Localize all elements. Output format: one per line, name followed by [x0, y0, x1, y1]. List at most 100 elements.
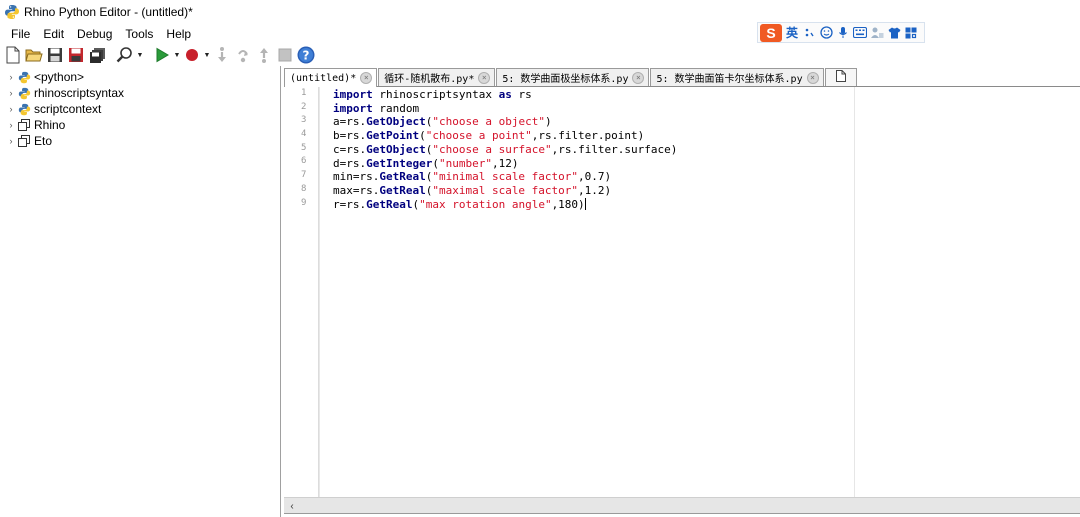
- line-number: 9: [301, 197, 307, 208]
- save-icon[interactable]: [45, 45, 65, 65]
- code-text[interactable]: import rhinoscriptsyntax as rs import ran…: [333, 88, 677, 211]
- code-token: b=rs.: [333, 129, 367, 143]
- code-token: random: [372, 101, 420, 115]
- code-token: import: [333, 88, 373, 101]
- record-icon[interactable]: [182, 45, 202, 65]
- new-tab-button[interactable]: [824, 68, 857, 86]
- record-dropdown-icon[interactable]: ▼: [203, 45, 211, 65]
- code-line: c=rs.GetObject("choose a surface",rs.fil…: [333, 143, 677, 157]
- code-token: a=rs.: [333, 115, 367, 129]
- expand-chevron-icon[interactable]: ›: [5, 69, 17, 85]
- code-token: GetObject: [366, 115, 426, 129]
- code-line: b=rs.GetPoint("choose a point",rs.filter…: [333, 129, 677, 143]
- help-icon[interactable]: ?: [296, 45, 316, 65]
- ime-logo-icon[interactable]: S: [760, 23, 782, 42]
- fold-margin: [319, 87, 320, 497]
- code-token: max=rs.: [333, 183, 380, 197]
- line-number: 1: [301, 88, 307, 98]
- menu-help[interactable]: Help: [159, 24, 197, 44]
- code-token: ,1.2): [578, 183, 612, 197]
- menu-tools[interactable]: Tools: [118, 24, 159, 44]
- tree-item-label: Rhino: [34, 118, 66, 132]
- close-tab-icon[interactable]: ×: [478, 71, 491, 84]
- close-tab-icon[interactable]: ×: [806, 71, 819, 84]
- line-number: 4: [301, 129, 307, 140]
- tab-label: (untitled)*: [290, 72, 357, 84]
- step-over-icon[interactable]: [233, 45, 253, 65]
- tree-item-rhinoscriptsyntax[interactable]: › rhinoscriptsyntax: [0, 85, 280, 101]
- ime-keyboard-icon[interactable]: [853, 26, 867, 40]
- code-line: min=rs.GetReal("minimal scale factor",0.…: [333, 170, 677, 184]
- tab-polar-surface[interactable]: 5: 数学曲面极坐标体系.py ×: [496, 68, 650, 86]
- tree-item-rhino[interactable]: › Rhino: [0, 117, 280, 133]
- tab-cartesian-surface[interactable]: 5: 数学曲面笛卡尔坐标体系.py ×: [650, 68, 824, 86]
- window-title: Rhino Python Editor - (untitled)*: [24, 5, 193, 19]
- expand-chevron-icon[interactable]: ›: [5, 133, 17, 149]
- horizontal-scrollbar[interactable]: ‹: [284, 497, 1080, 513]
- code-token: c=rs.: [333, 142, 367, 156]
- tab-untitled[interactable]: (untitled)* ×: [284, 68, 378, 87]
- ime-toolbox-icon[interactable]: [904, 26, 918, 40]
- step-out-icon[interactable]: [254, 45, 274, 65]
- code-token: "maximal scale factor": [432, 183, 579, 197]
- save-as-icon[interactable]: [66, 45, 86, 65]
- tree-item-scriptcontext[interactable]: › scriptcontext: [0, 101, 280, 117]
- code-token: d=rs.: [333, 156, 367, 170]
- code-token: min=rs.: [333, 170, 380, 184]
- code-token: rhinoscriptsyntax: [372, 88, 499, 101]
- ime-user-icon[interactable]: [870, 26, 884, 40]
- toolbar-separator: [108, 46, 114, 64]
- ime-emoji-icon[interactable]: [819, 26, 833, 40]
- menu-edit[interactable]: Edit: [36, 24, 70, 44]
- expand-chevron-icon[interactable]: ›: [5, 85, 17, 101]
- code-line: a=rs.GetObject("choose a object"): [333, 115, 677, 129]
- tree-item-label: <python>: [34, 70, 85, 84]
- run-icon[interactable]: [152, 45, 172, 65]
- open-folder-icon[interactable]: [24, 45, 44, 65]
- run-dropdown-icon[interactable]: ▼: [173, 45, 181, 65]
- ime-toolbar: S 英: [757, 22, 925, 43]
- ime-skin-icon[interactable]: [887, 26, 901, 40]
- code-line: r=rs.GetReal("max rotation angle",180): [333, 197, 677, 212]
- ime-punctuation-icon[interactable]: [802, 26, 816, 40]
- expand-chevron-icon[interactable]: ›: [5, 117, 17, 133]
- ime-language-toggle[interactable]: 英: [785, 24, 799, 41]
- code-editor[interactable]: 1 2 3 4 5 6 7 8 9 import rhinoscriptsyntax as rs…: [284, 87, 1080, 497]
- tab-random-scatter[interactable]: 循环-随机散布.py* ×: [378, 68, 496, 86]
- output-panel-edge: [284, 513, 1080, 517]
- tree-item-eto[interactable]: › Eto: [0, 133, 280, 149]
- close-tab-icon[interactable]: ×: [632, 71, 645, 84]
- code-token: ,rs.filter.point): [531, 129, 645, 143]
- line-number-gutter: 1 2 3 4 5 6 7 8 9: [297, 87, 319, 497]
- line-number: 3: [301, 115, 307, 126]
- code-token: rs: [511, 88, 532, 101]
- tab-label: 5: 数学曲面极坐标体系.py: [502, 74, 629, 85]
- code-token: "number": [438, 156, 492, 170]
- line-number: 8: [301, 183, 307, 194]
- tree-item-label: rhinoscriptsyntax: [34, 86, 125, 100]
- new-document-icon: [835, 70, 846, 85]
- ime-microphone-icon[interactable]: [836, 26, 850, 40]
- new-file-icon[interactable]: [3, 45, 23, 65]
- scroll-left-icon[interactable]: ‹: [286, 499, 298, 513]
- code-token: ,12): [491, 156, 519, 170]
- close-tab-icon[interactable]: ×: [360, 72, 373, 84]
- line-number: 6: [301, 156, 307, 167]
- menu-debug[interactable]: Debug: [70, 24, 118, 44]
- code-token: as: [498, 88, 512, 101]
- save-all-icon[interactable]: [87, 45, 107, 65]
- expand-chevron-icon[interactable]: ›: [5, 101, 17, 117]
- line-number: 2: [301, 101, 307, 112]
- find-icon[interactable]: [115, 45, 135, 65]
- code-line: d=rs.GetInteger("number",12): [333, 157, 677, 171]
- stop-icon[interactable]: [275, 45, 295, 65]
- tab-label: 5: 数学曲面笛卡尔坐标体系.py: [656, 74, 803, 85]
- step-into-icon[interactable]: [212, 45, 232, 65]
- python-app-icon: [4, 4, 20, 20]
- code-token: "minimal scale factor": [432, 170, 579, 184]
- tree-item-python[interactable]: › <python>: [0, 69, 280, 85]
- find-dropdown-icon[interactable]: ▼: [136, 45, 144, 65]
- svg-text:?: ?: [303, 49, 310, 63]
- edge-guide: [854, 87, 855, 497]
- menu-file[interactable]: File: [4, 24, 36, 44]
